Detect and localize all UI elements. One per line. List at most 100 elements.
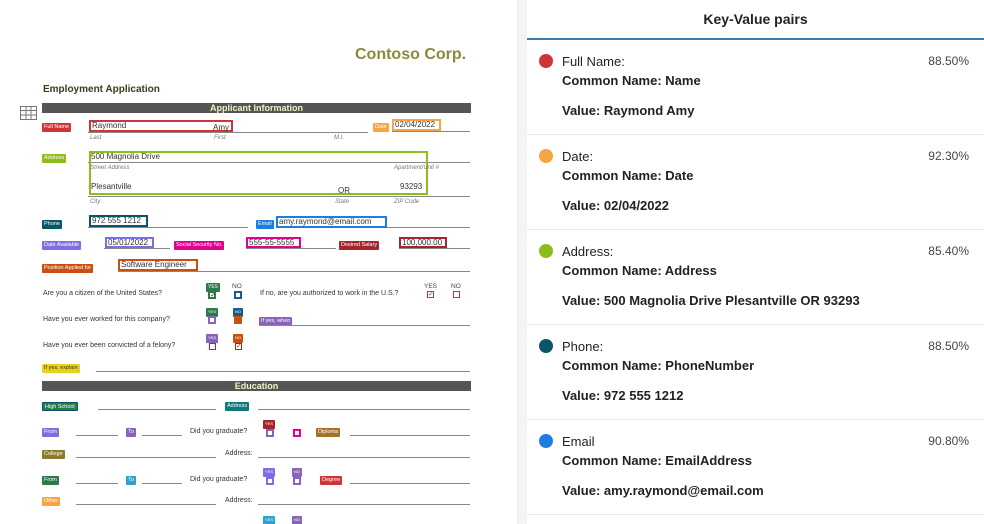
- ssn-highlight[interactable]: 555-55-5555: [246, 237, 301, 248]
- table-icon[interactable]: [20, 106, 37, 120]
- college-to-tag[interactable]: To: [126, 476, 136, 485]
- kv-common-name: Common Name: PhoneNumber: [562, 358, 755, 373]
- phone-highlight[interactable]: 972 555 1212: [89, 215, 148, 227]
- section-applicant-information: Applicant Information: [42, 103, 471, 113]
- kv-key: Date:: [562, 149, 594, 164]
- document-viewer[interactable]: Contoso Corp. Employment Application App…: [0, 0, 517, 524]
- other-yes-tag[interactable]: YES: [263, 516, 276, 524]
- hs-to-tag[interactable]: To: [126, 428, 136, 437]
- kv-common-name: Common Name: EmailAddress: [562, 453, 752, 468]
- section-education: Education: [42, 381, 471, 391]
- key-value-card[interactable]: Date: 92.30% Common Name: Date Value: 02/04…: [527, 135, 984, 230]
- felony-no-tag[interactable]: NO: [233, 334, 243, 343]
- question-authorized: If no, are you authorized to work in the…: [260, 290, 399, 297]
- pane-divider[interactable]: [517, 0, 527, 524]
- position-tag[interactable]: Position Applied for: [42, 264, 94, 273]
- key-value-card[interactable]: Phone: 88.50% Common Name: PhoneNumber Valu…: [527, 325, 984, 420]
- authorized-yes-checkbox[interactable]: ✓: [427, 291, 434, 298]
- phone-tag[interactable]: Phone: [42, 220, 62, 229]
- college-tag[interactable]: College: [42, 450, 65, 459]
- street-value: 500 Magnolia Drive: [91, 152, 160, 161]
- citizen-no-label: NO: [232, 283, 242, 290]
- question-citizen: Are you a citizen of the United States?: [43, 290, 163, 297]
- hs-from-tag[interactable]: From: [42, 428, 59, 437]
- kv-common-name: Common Name: Date: [562, 168, 694, 183]
- kv-confidence: 88.50%: [928, 54, 969, 68]
- college-grad-no-checkbox[interactable]: [293, 477, 301, 485]
- sub-label-mi: M.I.: [334, 135, 344, 141]
- key-value-card[interactable]: Full Name: 88.50% Common Name: Name Value: …: [527, 40, 984, 135]
- college-grad-no-tag[interactable]: NO: [292, 468, 302, 477]
- sub-label-first: First: [214, 135, 226, 141]
- salary-tag[interactable]: Desired Salary: [339, 241, 380, 250]
- other-tag[interactable]: Other: [42, 497, 60, 506]
- full-name-highlight[interactable]: Raymond: [89, 120, 233, 132]
- color-dot-icon: [539, 244, 553, 258]
- key-value-card[interactable]: Address: 85.40% Common Name: Address Value:…: [527, 230, 984, 325]
- kv-common-name: Common Name: Name: [562, 73, 701, 88]
- other-no-tag[interactable]: NO: [292, 516, 302, 524]
- kv-key: Address:: [562, 244, 614, 259]
- key-value-card[interactable]: Email 90.80% Common Name: EmailAddress Valu…: [527, 420, 984, 515]
- worked-no-checkbox[interactable]: [234, 316, 242, 324]
- question-worked: Have you ever worked for this company?: [43, 316, 170, 323]
- authorized-yes-label: YES: [424, 283, 438, 290]
- hs-diploma-tag[interactable]: Diploma: [316, 428, 341, 437]
- salary-highlight[interactable]: 100,000.00: [399, 237, 447, 248]
- state-value: OR: [338, 186, 350, 195]
- sub-label-street: Street Address: [90, 165, 130, 171]
- worked-yes-checkbox[interactable]: [208, 316, 216, 324]
- date-tag[interactable]: Date: [373, 123, 389, 132]
- kv-key: Full Name:: [562, 54, 625, 69]
- question-felony: Have you ever been convicted of a felony…: [43, 342, 176, 349]
- date-available-tag[interactable]: Date Available: [42, 241, 82, 250]
- kv-value: Value: amy.raymond@email.com: [562, 483, 764, 498]
- college-degree-tag[interactable]: Degree: [320, 476, 343, 485]
- zip-value: 93293: [400, 182, 423, 191]
- key-value-list: Full Name: 88.50% Common Name: Name Value: …: [527, 40, 984, 515]
- kv-value: Value: 500 Magnolia Drive Plesantville O…: [562, 293, 860, 308]
- if-yes-explain-tag[interactable]: If yes, explain: [42, 364, 80, 373]
- first-name-value: Amy: [213, 123, 229, 132]
- high-school-tag[interactable]: High School: [42, 402, 78, 411]
- email-highlight[interactable]: amy.raymond@email.com: [276, 216, 387, 228]
- hs-grad-no-checkbox[interactable]: [293, 429, 301, 437]
- felony-yes-checkbox[interactable]: [209, 343, 216, 350]
- city-value: Plesantville: [91, 182, 132, 191]
- address-tag[interactable]: Address: [42, 154, 67, 163]
- sub-label-state: State: [335, 199, 350, 205]
- last-name-value: Raymond: [92, 121, 127, 130]
- color-dot-icon: [539, 434, 553, 448]
- date-highlight[interactable]: 02/04/2022: [392, 119, 441, 131]
- citizen-yes-checkbox[interactable]: ✓: [208, 291, 216, 299]
- felony-no-checkbox[interactable]: ✓: [235, 343, 242, 350]
- college-address-label: Address:: [225, 450, 253, 457]
- authorized-no-checkbox[interactable]: [453, 291, 460, 298]
- color-dot-icon: [539, 149, 553, 163]
- hs-grad-yes-checkbox[interactable]: [266, 429, 274, 437]
- date-available-highlight[interactable]: 05/01/2022: [105, 237, 154, 248]
- felony-yes-tag[interactable]: YES: [206, 334, 219, 343]
- citizen-no-checkbox[interactable]: [234, 291, 242, 299]
- email-tag[interactable]: Email: [256, 220, 274, 229]
- college-grad-yes-checkbox[interactable]: [266, 477, 274, 485]
- sub-label-last: Last: [90, 135, 102, 141]
- hs-grad-yes-tag[interactable]: YES: [263, 420, 276, 429]
- kv-confidence: 90.80%: [928, 434, 969, 448]
- college-grad-yes-tag[interactable]: YES: [263, 468, 276, 477]
- sub-label-apt: Apartment/Unit #: [394, 165, 440, 171]
- hs-address-tag[interactable]: Address: [225, 402, 250, 411]
- college-from-tag[interactable]: From: [42, 476, 59, 485]
- position-highlight[interactable]: Software Engineer: [118, 259, 198, 271]
- college-graduate-question: Did you graduate?: [190, 476, 248, 483]
- kv-value: Value: 02/04/2022: [562, 198, 669, 213]
- hs-graduate-question: Did you graduate?: [190, 428, 248, 435]
- sub-label-city: City: [90, 199, 101, 205]
- kv-confidence: 88.50%: [928, 339, 969, 353]
- panel-title: Key-Value pairs: [527, 0, 984, 40]
- color-dot-icon: [539, 54, 553, 68]
- authorized-no-label: NO: [451, 283, 461, 290]
- key-value-panel: Key-Value pairs Full Name: 88.50% Common N…: [527, 0, 984, 524]
- ssn-tag[interactable]: Social Security No.: [174, 241, 225, 250]
- full-name-tag[interactable]: Full Name: [42, 123, 72, 132]
